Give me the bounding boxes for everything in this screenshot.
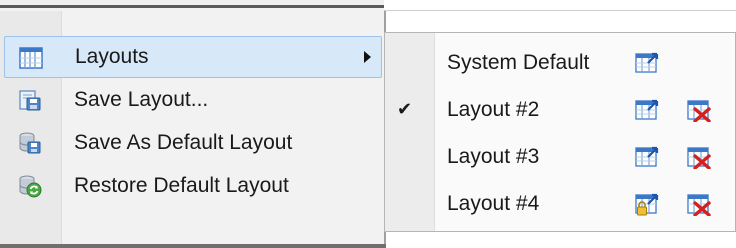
- submenu-arrow-icon: [364, 51, 371, 63]
- menu-item-save-as-default-layout[interactable]: Save As Default Layout: [4, 122, 382, 164]
- submenu-top-divider: [384, 0, 736, 11]
- menu-item-label: Save Layout...: [74, 88, 209, 111]
- save-layout-icon: [18, 88, 42, 112]
- apply-layout-icon[interactable]: [635, 98, 659, 122]
- layout-name: Layout #3: [447, 145, 540, 168]
- layouts-grid-icon: [19, 46, 43, 70]
- layout-name: Layout #2: [447, 98, 540, 121]
- restore-default-layout-icon: [18, 174, 42, 198]
- delete-layout-icon[interactable]: [687, 192, 711, 216]
- menu-item-label: Restore Default Layout: [74, 174, 289, 197]
- menu-top-border: [0, 0, 386, 8]
- submenu-item-layout-2[interactable]: ✔ Layout #2: [385, 88, 735, 132]
- submenu-item-system-default[interactable]: System Default: [385, 41, 735, 85]
- apply-layout-icon[interactable]: [635, 145, 659, 169]
- menu-item-restore-default-layout[interactable]: Restore Default Layout: [4, 165, 382, 207]
- menu-item-layouts[interactable]: Layouts: [4, 36, 382, 78]
- apply-locked-layout-icon[interactable]: [635, 192, 659, 216]
- apply-layout-icon[interactable]: [635, 51, 659, 75]
- layout-name: Layout #4: [447, 192, 540, 215]
- layout-name: System Default: [447, 51, 590, 74]
- menu-item-save-layout[interactable]: Save Layout...: [4, 79, 382, 121]
- context-menu: Layouts Save Layout... Save As Default L…: [0, 0, 386, 248]
- submenu-item-layout-3[interactable]: Layout #3: [385, 135, 735, 179]
- submenu-item-layout-4[interactable]: Layout #4: [385, 182, 735, 226]
- delete-layout-icon[interactable]: [687, 145, 711, 169]
- delete-layout-icon[interactable]: [687, 98, 711, 122]
- menu-item-label: Layouts: [75, 45, 149, 68]
- layouts-submenu: System Default ✔ Layout #2 Layout #3 Lay…: [384, 32, 736, 232]
- menu-item-label: Save As Default Layout: [74, 131, 293, 154]
- save-default-layout-icon: [18, 131, 42, 155]
- checkmark-icon: ✔: [397, 99, 413, 119]
- menu-bottom-border: [0, 244, 386, 248]
